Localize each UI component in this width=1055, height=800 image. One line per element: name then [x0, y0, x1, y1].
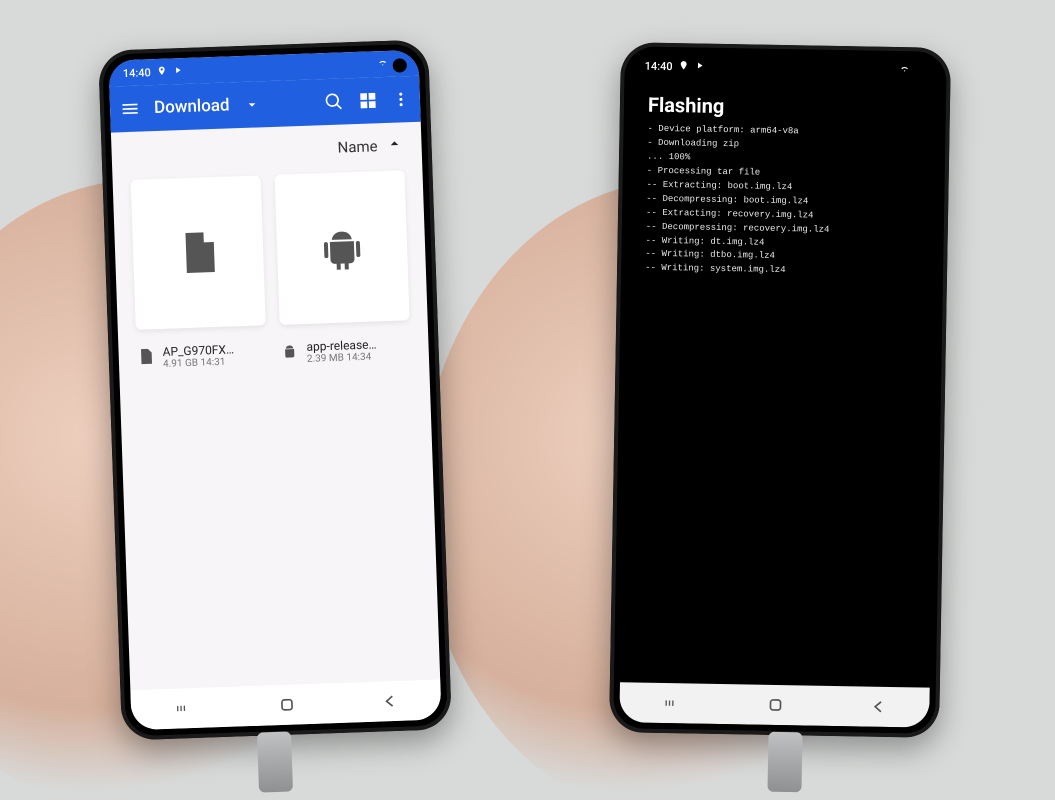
home-icon[interactable] [765, 695, 785, 715]
usb-connector [257, 731, 293, 792]
play-icon [694, 60, 704, 73]
file-size: 2.39 MB [307, 353, 344, 365]
nav-bar [130, 679, 441, 730]
chevron-up-icon [385, 134, 404, 157]
wifi-icon [376, 57, 388, 70]
recents-icon[interactable] [661, 695, 683, 711]
phone-right: 14:40 Flashing [609, 42, 951, 738]
menu-icon[interactable] [120, 99, 141, 120]
file-size: 4.91 GB [163, 358, 198, 370]
screen-terminal: 14:40 Flashing [619, 52, 941, 727]
view-grid-icon[interactable] [358, 90, 379, 111]
wifi-icon [898, 64, 910, 77]
recents-icon[interactable] [172, 700, 195, 717]
screen-files: 14:40 [108, 50, 441, 730]
location-icon [678, 60, 688, 73]
file-icon [173, 223, 223, 283]
status-time: 14:40 [123, 66, 151, 80]
usb-connector [767, 732, 802, 793]
file-tile[interactable] [274, 170, 409, 324]
location-icon [157, 65, 167, 78]
file-time: 14:31 [200, 357, 225, 369]
status-time: 14:40 [645, 59, 673, 72]
play-icon [173, 65, 183, 78]
sort-label: Name [337, 137, 378, 156]
more-vert-icon[interactable] [392, 89, 411, 110]
back-icon[interactable] [868, 697, 888, 717]
home-icon[interactable] [277, 694, 298, 715]
appbar-title[interactable]: Download [154, 95, 230, 118]
file-item[interactable]: AP_G970FX… 4.91 GB 14:31 [136, 341, 267, 371]
terminal-output: - Device platform: arm64-v8a- Downloadin… [627, 122, 940, 281]
file-item[interactable]: app-release… 2.39 MB 14:34 [280, 336, 411, 366]
file-grid [112, 164, 427, 337]
file-time: 14:34 [346, 352, 371, 364]
nav-bar [619, 682, 930, 727]
back-icon[interactable] [379, 691, 400, 712]
search-icon[interactable] [324, 91, 345, 112]
file-icon [136, 346, 155, 371]
file-tile[interactable] [131, 175, 266, 329]
android-icon [317, 218, 367, 278]
android-icon [280, 341, 299, 366]
terminal-title: Flashing [630, 78, 941, 127]
chevron-down-icon[interactable] [243, 96, 260, 113]
phone-left: 14:40 [98, 39, 452, 740]
